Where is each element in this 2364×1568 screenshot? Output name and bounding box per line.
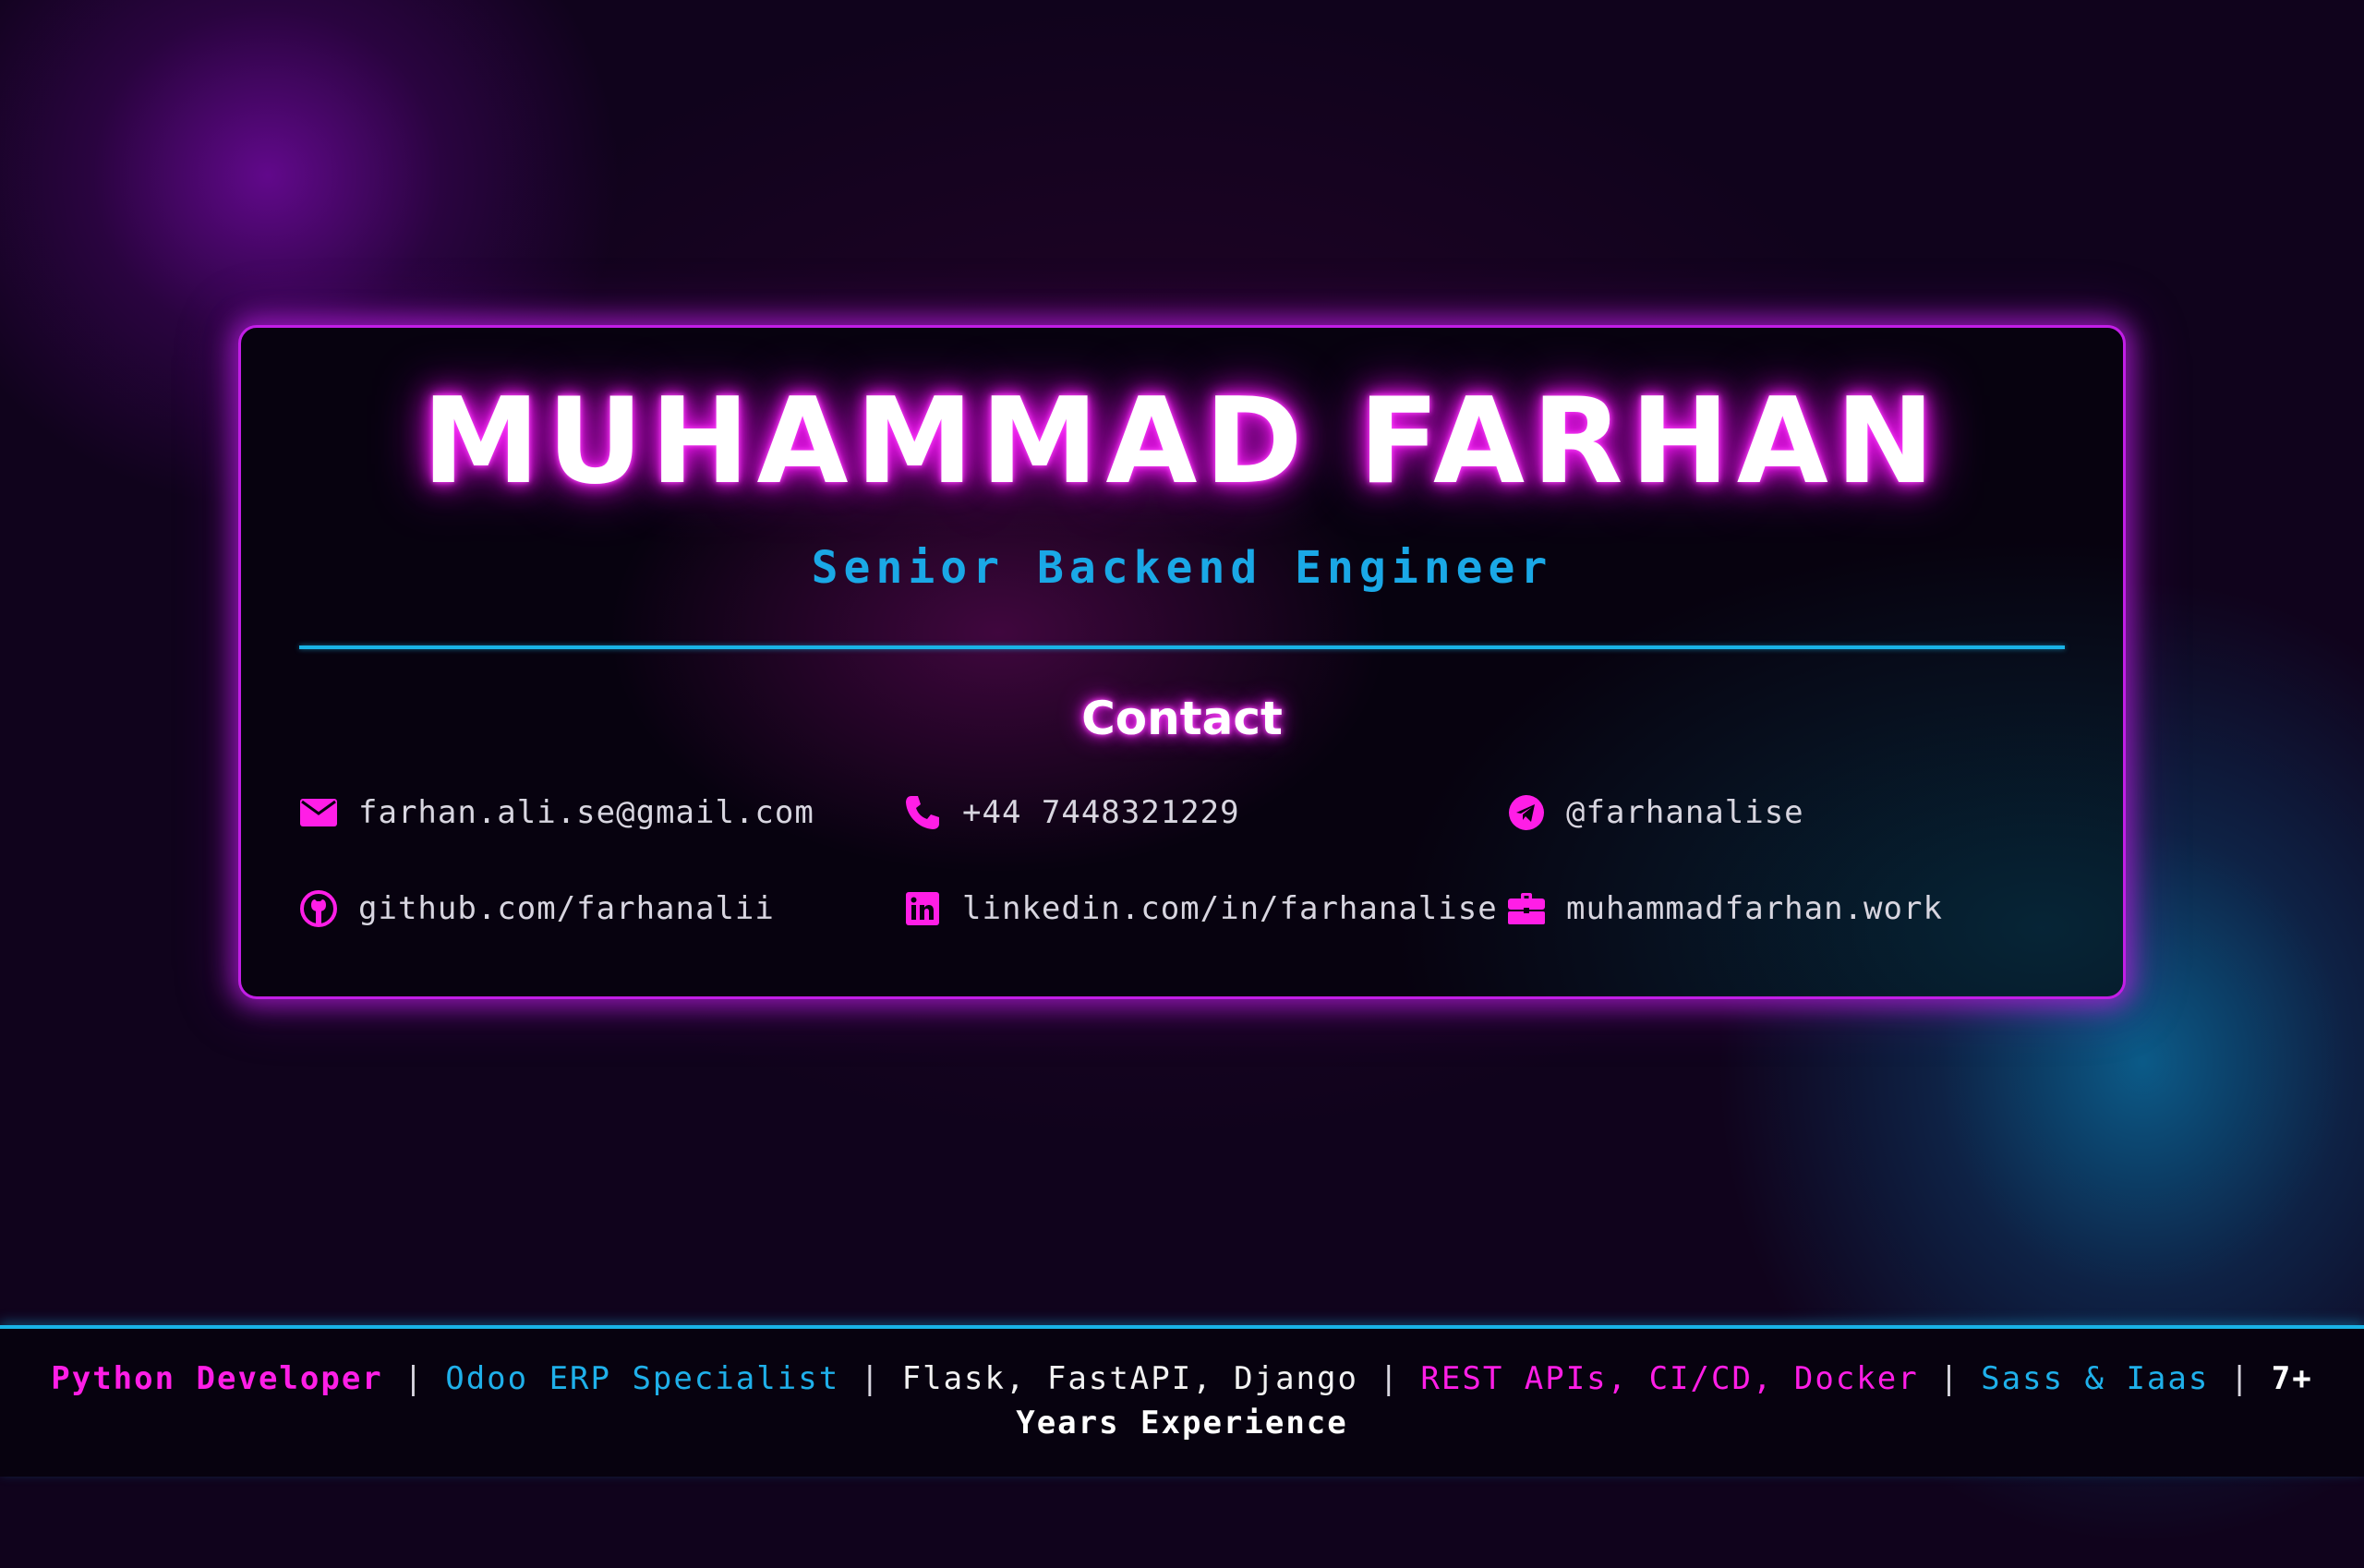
contact-phone[interactable]: +44 7448321229 — [903, 790, 1240, 836]
separator: | — [1379, 1360, 1400, 1397]
telegram-icon — [1507, 793, 1546, 832]
profile-card: MUHAMMAD FARHAN Senior Backend Engineer … — [238, 325, 2126, 999]
separator: | — [404, 1360, 425, 1397]
contact-email-label: farhan.ali.se@gmail.com — [358, 794, 814, 831]
skill-odoo: Odoo ERP Specialist — [445, 1360, 840, 1397]
profile-name: MUHAMMAD FARHAN — [422, 373, 1942, 511]
skill-python: Python Developer — [51, 1360, 383, 1397]
contact-email[interactable]: farhan.ali.se@gmail.com — [299, 790, 814, 836]
skills-footer: Python Developer | Odoo ERP Specialist |… — [0, 1325, 2364, 1477]
separator: | — [1939, 1360, 1960, 1397]
contact-phone-label: +44 7448321229 — [962, 794, 1240, 831]
skill-devops: REST APIs, CI/CD, Docker — [1420, 1360, 1919, 1397]
contact-heading: Contact — [1081, 692, 1283, 745]
contact-website-label: muhammadfarhan.work — [1566, 890, 1943, 927]
contact-telegram-label: @farhanalise — [1566, 794, 1804, 831]
contact-github-label: github.com/farhanalii — [358, 890, 775, 927]
separator: | — [860, 1360, 882, 1397]
skill-cloud: Sass & Iaas — [1981, 1360, 2210, 1397]
skill-frameworks: Flask, FastAPI, Django — [901, 1360, 1358, 1397]
contact-linkedin[interactable]: linkedin.com/in/farhanalise — [903, 886, 1498, 932]
briefcase-icon — [1507, 889, 1546, 928]
contact-telegram[interactable]: @farhanalise — [1507, 790, 1804, 836]
linkedin-icon — [903, 889, 942, 928]
github-icon — [299, 889, 338, 928]
contact-website[interactable]: muhammadfarhan.work — [1507, 886, 1943, 932]
phone-icon — [903, 793, 942, 832]
contact-linkedin-label: linkedin.com/in/farhanalise — [962, 890, 1498, 927]
skills-line: Python Developer | Odoo ERP Specialist |… — [28, 1357, 2336, 1445]
separator: | — [2229, 1360, 2251, 1397]
title-divider — [299, 645, 2065, 649]
contact-github[interactable]: github.com/farhanalii — [299, 886, 775, 932]
profile-title: Senior Backend Engineer — [811, 542, 1553, 594]
envelope-icon — [299, 793, 338, 832]
